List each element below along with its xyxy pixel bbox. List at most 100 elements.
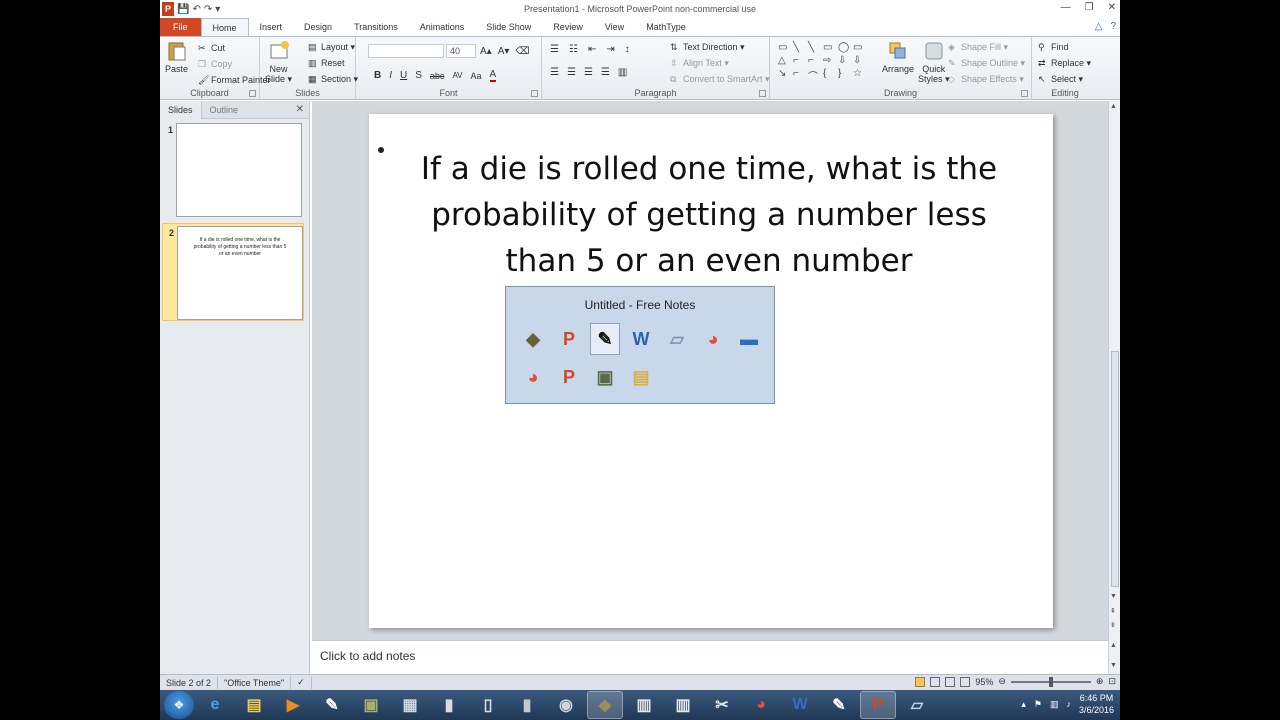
clock[interactable]: 6:46 PM 3/6/2016 (1079, 692, 1114, 716)
tab-mathtype[interactable]: MathType (635, 18, 697, 36)
taskbar-media-icon[interactable]: ▶ (275, 691, 311, 719)
restore-button[interactable]: ❐ (1085, 2, 1094, 13)
replace-button[interactable]: ⇄ Replace ▾ (1038, 56, 1091, 70)
cut-button[interactable]: ✂ Cut (198, 41, 225, 55)
notes-placeholder[interactable]: Click to add notes (320, 649, 415, 663)
shape-elbow-2[interactable]: ⌐ (808, 55, 822, 66)
font-color-button[interactable]: A (489, 69, 497, 82)
justify-icon[interactable]: ☰ (601, 67, 610, 78)
taskbar-chrome-icon[interactable]: ◕ (743, 691, 779, 719)
minimize-button[interactable]: — (1061, 2, 1071, 13)
font-launcher-icon[interactable] (531, 90, 538, 97)
notes-pane[interactable]: Click to add notes (312, 640, 1108, 674)
find-button[interactable]: ⚲ Find (1038, 40, 1069, 54)
taskbar-calc-icon[interactable]: ▦ (392, 691, 428, 719)
volume-icon[interactable]: ♪ (1066, 699, 1071, 709)
shape-outline-button[interactable]: ✎ Shape Outline ▾ (948, 56, 1025, 70)
italic-button[interactable]: I (389, 70, 392, 81)
fit-slide-icon[interactable]: ⊡ (1108, 676, 1116, 687)
tab-slide-show[interactable]: Slide Show (475, 18, 542, 36)
clear-formatting-icon[interactable]: ⌫ (515, 46, 529, 57)
scroll-up-icon[interactable]: ▲ (1110, 103, 1117, 110)
shape-arc[interactable]: ⌒ (808, 68, 822, 83)
preview-ppt-icon[interactable]: P (554, 323, 584, 355)
shape-fill-button[interactable]: ◈ Shape Fill ▾ (948, 40, 1008, 54)
spell-check-icon[interactable]: ✓ (291, 676, 312, 689)
paste-button[interactable]: Paste (165, 40, 188, 74)
slide-title-text[interactable]: If a die is rolled one time, what is the… (409, 146, 1009, 284)
normal-view-icon[interactable] (915, 676, 926, 687)
redo-icon[interactable]: ↷ (204, 2, 212, 16)
tab-slides[interactable]: Slides (160, 100, 202, 119)
line-spacing-icon[interactable]: ↕ (625, 44, 630, 55)
tab-file[interactable]: File (160, 18, 201, 36)
underline-button[interactable]: U (400, 70, 407, 81)
align-center-icon[interactable]: ☰ (567, 67, 576, 78)
slide-thumbnail-1[interactable] (176, 123, 302, 217)
shadow-button[interactable]: S (415, 70, 422, 81)
tray-expand-icon[interactable]: ▴ (1021, 699, 1026, 710)
grow-font-icon[interactable]: A▴ (480, 46, 492, 57)
next-slide-icon[interactable]: ⇟ (1110, 621, 1116, 629)
align-right-icon[interactable]: ☰ (584, 67, 593, 78)
taskbar-pen2-icon[interactable]: ✎ (821, 691, 857, 719)
numbering-icon[interactable]: ☷ (569, 44, 578, 55)
preview-pen-icon[interactable]: ✎ (590, 323, 620, 355)
select-button[interactable]: ↖ Select ▾ (1038, 72, 1083, 86)
shape-right-arrow[interactable]: ⇨ (823, 55, 837, 66)
shape-rounded-rect[interactable]: ▭ (853, 42, 867, 53)
shape-triangle[interactable]: △ (778, 55, 792, 66)
tab-review[interactable]: Review (542, 18, 594, 36)
shape-rectangle[interactable]: ▭ (778, 42, 792, 53)
preview-chrome2-icon[interactable]: ◕ (518, 361, 548, 393)
preview-word-icon[interactable]: W (626, 323, 656, 355)
text-direction-button[interactable]: ⇅ Text Direction ▾ (670, 40, 745, 54)
clipboard-launcher-icon[interactable] (249, 90, 256, 97)
columns-icon[interactable]: ▥ (618, 67, 627, 78)
shape-oval[interactable]: ◯ (838, 42, 852, 53)
scroll-thumb[interactable] (1111, 351, 1119, 587)
previous-slide-icon[interactable]: ⇞ (1110, 607, 1116, 615)
preview-chrome-icon[interactable]: ◕ (698, 323, 728, 355)
arrange-button[interactable]: Arrange (882, 40, 914, 74)
layout-button[interactable]: ▤ Layout ▾ (308, 40, 355, 54)
tab-transitions[interactable]: Transitions (343, 18, 409, 36)
copy-button[interactable]: ❐ Copy (198, 57, 232, 71)
paragraph-launcher-icon[interactable] (759, 90, 766, 97)
shape-line-2[interactable]: ╲ (808, 42, 822, 53)
increase-indent-icon[interactable]: ⇥ (606, 44, 614, 55)
reset-button[interactable]: ▥ Reset (308, 56, 345, 70)
taskbar-scissors-icon[interactable]: ✂ (704, 691, 740, 719)
tab-outline[interactable]: Outline (202, 101, 247, 119)
taskbar-folder-icon[interactable]: ▤ (236, 691, 272, 719)
tab-view[interactable]: View (594, 18, 635, 36)
taskbar-word-icon[interactable]: W (782, 691, 818, 719)
tab-design[interactable]: Design (293, 18, 343, 36)
taskbar-printer-icon[interactable]: ▥ (665, 691, 701, 719)
shape-left-brace[interactable]: { (823, 68, 837, 83)
taskbar-app1-icon[interactable]: ▣ (353, 691, 389, 719)
vertical-scrollbar[interactable]: ▲ ▼ ⇞ ⇟ (1108, 101, 1120, 640)
zoom-in-icon[interactable]: ⊕ (1096, 676, 1104, 687)
collapse-ribbon-icon[interactable]: △ (1095, 21, 1103, 32)
start-button[interactable]: ❖ (164, 691, 194, 719)
quick-styles-button[interactable]: Quick Styles ▾ (918, 40, 950, 84)
change-case-button[interactable]: Aa (471, 71, 482, 81)
bullets-icon[interactable]: ☰ (550, 44, 559, 55)
drawing-launcher-icon[interactable] (1021, 90, 1028, 97)
section-button[interactable]: ▦ Section ▾ (308, 72, 358, 86)
zoom-slider-knob[interactable] (1048, 676, 1053, 687)
scroll-down-icon[interactable]: ▼ (1110, 593, 1117, 600)
help-icon[interactable]: ? (1110, 21, 1116, 32)
taskbar-webcam-icon[interactable]: ◉ (548, 691, 584, 719)
shape-down-arrow-2[interactable]: ⇩ (853, 55, 867, 66)
shape-right-brace[interactable]: } (838, 68, 852, 83)
customize-qat-icon[interactable]: ▾ (215, 2, 220, 16)
convert-smartart-button[interactable]: ⧉ Convert to SmartArt ▾ (670, 72, 770, 86)
taskbar-remote-icon[interactable]: ▮ (431, 691, 467, 719)
shape-star[interactable]: ☆ (853, 68, 867, 83)
align-text-button[interactable]: ⇳ Align Text ▾ (670, 56, 729, 70)
undo-icon[interactable]: ↶ (192, 2, 200, 16)
decrease-indent-icon[interactable]: ⇤ (588, 44, 596, 55)
taskbar-device-icon[interactable]: ▯ (470, 691, 506, 719)
